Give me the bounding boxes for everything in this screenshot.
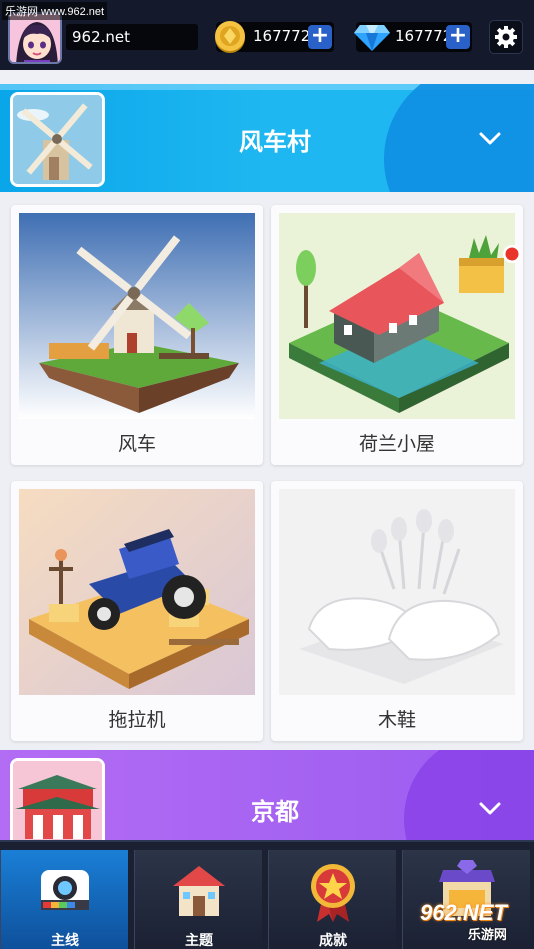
tab-label: 主题: [185, 933, 213, 949]
level-image: [279, 489, 515, 695]
tab-theme[interactable]: 主题: [134, 850, 262, 949]
add-coins-button[interactable]: +: [308, 25, 332, 49]
camera-icon: [41, 870, 89, 910]
chevron-down-icon[interactable]: [478, 796, 502, 820]
coin-count: 167772: [253, 27, 311, 45]
username-display: 962.net: [66, 24, 198, 50]
level-label: 木鞋: [377, 709, 416, 731]
level-image: [19, 213, 255, 419]
level-image: [279, 213, 515, 419]
level-card-dutch-house[interactable]: 荷兰小屋: [271, 205, 523, 465]
level-label: 荷兰小屋: [358, 433, 435, 455]
level-card-tractor[interactable]: 拖拉机: [11, 481, 263, 741]
top-bar: 乐游网 www.962.net 962.net 167772 + 167772 …: [0, 0, 534, 70]
tab-main[interactable]: 主线: [0, 850, 128, 949]
category-header-windmill-village[interactable]: 风车村: [0, 84, 534, 192]
settings-button[interactable]: [489, 20, 523, 54]
tab-label: 成就: [319, 933, 347, 949]
category-thumbnail: [10, 758, 105, 853]
category-thumbnail: [10, 92, 105, 187]
brand-logo: 962.NET: [420, 900, 507, 925]
tab-label: 主线: [51, 933, 79, 949]
category-title: 京都: [251, 798, 299, 826]
level-label: 风车: [117, 433, 156, 455]
brand-sub: 乐游网: [467, 928, 507, 943]
gem-count: 167772: [395, 27, 453, 45]
level-image: [19, 489, 255, 695]
blue-diamond-icon: [352, 21, 392, 53]
gold-coin-icon: [214, 20, 246, 54]
level-label: 拖拉机: [108, 709, 166, 731]
level-card-windmill[interactable]: 风车: [11, 205, 263, 465]
chevron-down-icon[interactable]: [478, 126, 502, 150]
category-title: 风车村: [239, 128, 311, 156]
tab-achievements[interactable]: 成就: [268, 850, 396, 949]
house-icon: [173, 866, 225, 916]
brand-watermark: 962.NET 乐游网: [420, 900, 507, 943]
gear-icon: [495, 26, 517, 48]
site-watermark: 乐游网 www.962.net: [2, 2, 108, 20]
level-card-wooden-shoes[interactable]: 木鞋: [271, 481, 523, 741]
new-badge-icon: [503, 245, 521, 263]
add-gems-button[interactable]: +: [446, 25, 470, 49]
star-medal-icon: [311, 864, 355, 922]
